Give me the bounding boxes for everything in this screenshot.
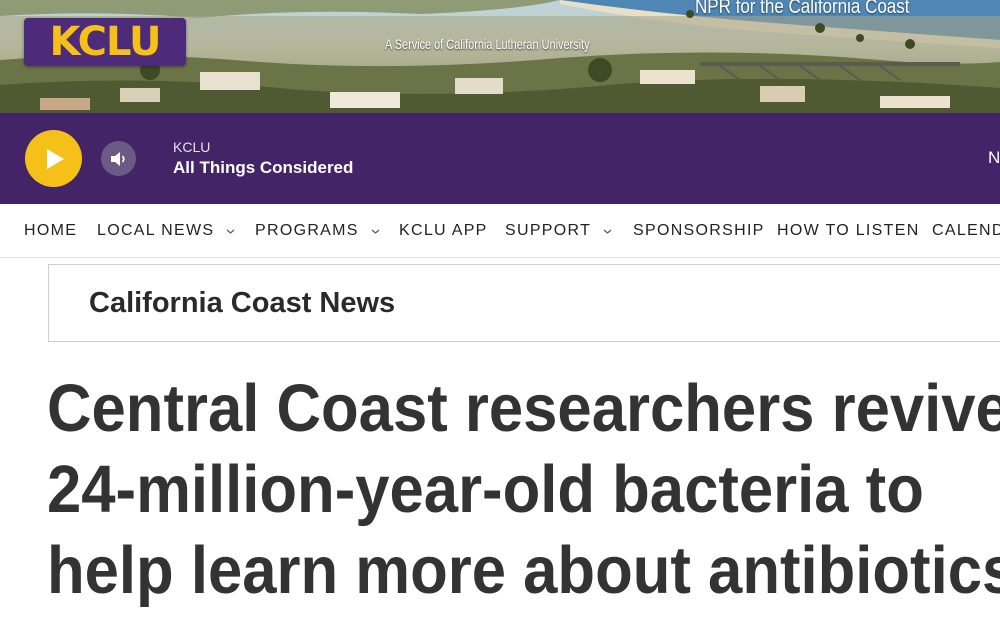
- section-title[interactable]: California Coast News: [89, 287, 395, 320]
- nav-home[interactable]: HOME: [24, 222, 77, 240]
- section-header-card: California Coast News: [48, 264, 1000, 342]
- nav-label: KCLU APP: [399, 222, 488, 239]
- chevron-down-icon: [371, 229, 380, 234]
- play-icon: [47, 148, 64, 169]
- article-headline: Central Coast researchers revive 24-mill…: [47, 368, 1000, 611]
- nav-kclu-app[interactable]: KCLU APP: [399, 222, 488, 240]
- play-button[interactable]: [25, 130, 82, 187]
- nav-sponsorship[interactable]: SPONSORSHIP: [633, 222, 765, 240]
- chevron-down-icon: [226, 229, 235, 234]
- nav-label: HOW TO LISTEN: [777, 222, 920, 239]
- headline-line: Central Coast researchers revive: [47, 371, 1000, 446]
- logo-text: KCLU: [49, 19, 161, 65]
- speaker-icon: [110, 151, 125, 166]
- nav-programs[interactable]: PROGRAMS: [255, 222, 380, 240]
- nav-label: LOCAL NEWS: [97, 222, 215, 239]
- volume-button[interactable]: [101, 141, 136, 176]
- nav-label: PROGRAMS: [255, 222, 359, 239]
- nav-label: SPONSORSHIP: [633, 222, 765, 239]
- site-banner: KCLU NPR for the California Coast A Serv…: [0, 0, 1000, 113]
- nav-local-news[interactable]: LOCAL NEWS: [97, 222, 235, 240]
- nav-label: SUPPORT: [505, 222, 592, 239]
- station-tagline: NPR for the California Coast: [695, 0, 910, 18]
- now-playing-program[interactable]: All Things Considered: [173, 158, 353, 178]
- live-player-bar: KCLU All Things Considered N: [0, 113, 1000, 204]
- nav-calendar[interactable]: CALEND: [932, 222, 1000, 240]
- chevron-down-icon: [603, 229, 612, 234]
- nav-label: CALEND: [932, 222, 1000, 239]
- main-navigation: HOME LOCAL NEWS PROGRAMS KCLU APP SUPPOR…: [0, 204, 1000, 258]
- station-name: KCLU: [173, 139, 211, 155]
- service-note: A Service of California Lutheran Univers…: [385, 36, 590, 52]
- nav-how-to-listen[interactable]: HOW TO LISTEN: [777, 222, 920, 240]
- kclu-logo[interactable]: KCLU: [24, 18, 186, 66]
- nav-label: HOME: [24, 222, 78, 239]
- headline-line: 24-million-year-old bacteria to: [47, 452, 924, 527]
- nav-support[interactable]: SUPPORT: [505, 222, 612, 240]
- player-right-label: N: [988, 148, 1000, 167]
- headline-line: help learn more about antibiotics: [47, 533, 1000, 608]
